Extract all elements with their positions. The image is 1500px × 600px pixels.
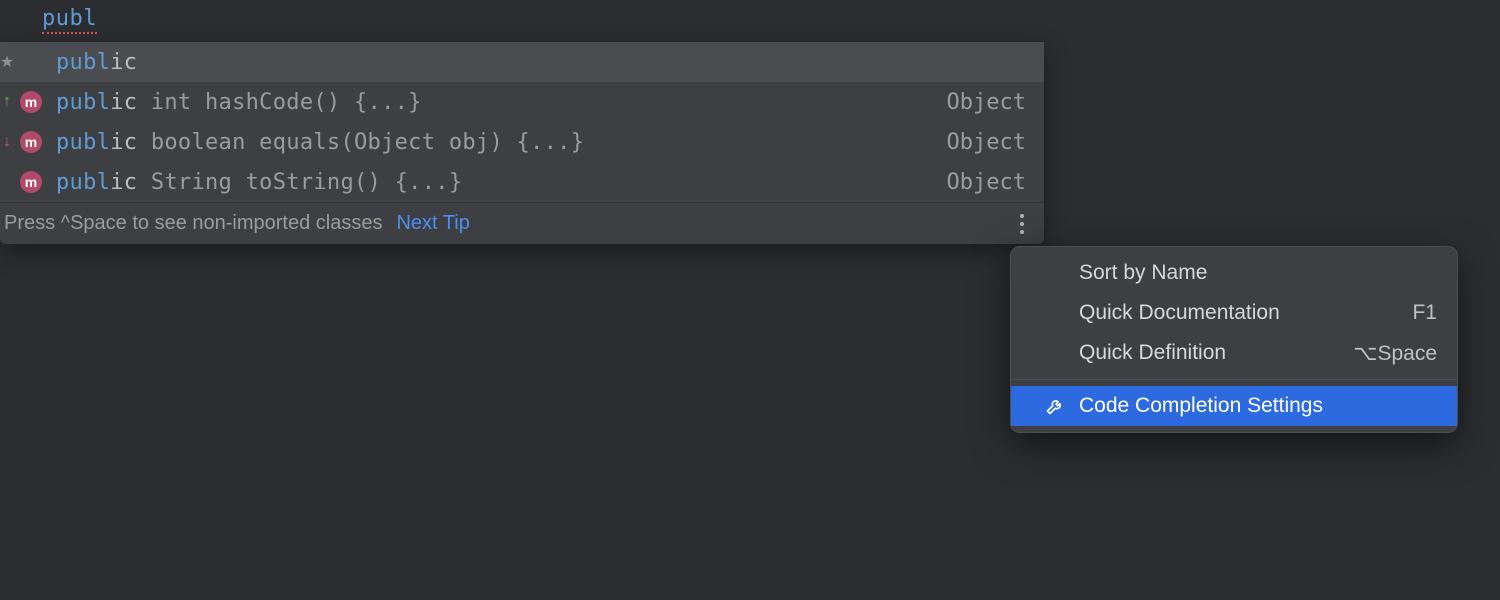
- method-icon: m: [16, 171, 46, 193]
- menu-label: Code Completion Settings: [1079, 394, 1323, 418]
- footer-hint: Press ^Space to see non-imported classes: [4, 212, 382, 235]
- method-icon: m: [16, 131, 46, 153]
- editor-line[interactable]: publ: [42, 6, 97, 31]
- completion-signature: public boolean equals(Object obj) {...}: [56, 130, 947, 155]
- completion-signature: public String toString() {...}: [56, 170, 947, 195]
- context-menu: Sort by Name Quick Documentation F1 Quic…: [1010, 246, 1458, 433]
- menu-shortcut: ⌥Space: [1353, 341, 1437, 366]
- completion-type: Object: [947, 170, 1026, 195]
- completion-type: Object: [947, 130, 1026, 155]
- completion-signature: public: [56, 50, 1026, 75]
- menu-label: Sort by Name: [1079, 261, 1207, 285]
- completion-popup: ★ public ↑ m public int hashCode() {...}…: [0, 42, 1044, 244]
- menu-code-completion-settings[interactable]: Code Completion Settings: [1011, 386, 1457, 426]
- menu-sort-by-name[interactable]: Sort by Name: [1011, 253, 1457, 293]
- menu-label: Quick Definition: [1079, 341, 1226, 365]
- menu-separator: [1011, 379, 1457, 380]
- typed-match: publ: [42, 6, 97, 34]
- up-arrow-icon: ↑: [0, 93, 14, 111]
- star-icon: ★: [0, 52, 14, 72]
- completion-item[interactable]: ↑ m public int hashCode() {...} Object: [0, 82, 1044, 122]
- completion-footer: Press ^Space to see non-imported classes…: [0, 202, 1044, 244]
- method-icon: m: [16, 91, 46, 113]
- completion-signature: public int hashCode() {...}: [56, 90, 947, 115]
- menu-shortcut: F1: [1412, 301, 1437, 325]
- menu-quick-documentation[interactable]: Quick Documentation F1: [1011, 293, 1457, 333]
- more-options-icon[interactable]: [1014, 208, 1030, 240]
- completion-item[interactable]: ★ public: [0, 42, 1044, 82]
- completion-item[interactable]: m public String toString() {...} Object: [0, 162, 1044, 202]
- next-tip-link[interactable]: Next Tip: [396, 212, 469, 235]
- menu-quick-definition[interactable]: Quick Definition ⌥Space: [1011, 333, 1457, 373]
- down-arrow-icon: ↓: [0, 133, 14, 151]
- completion-type: Object: [947, 90, 1026, 115]
- wrench-icon: [1043, 394, 1067, 418]
- completion-item[interactable]: ↓ m public boolean equals(Object obj) {.…: [0, 122, 1044, 162]
- menu-label: Quick Documentation: [1079, 301, 1280, 325]
